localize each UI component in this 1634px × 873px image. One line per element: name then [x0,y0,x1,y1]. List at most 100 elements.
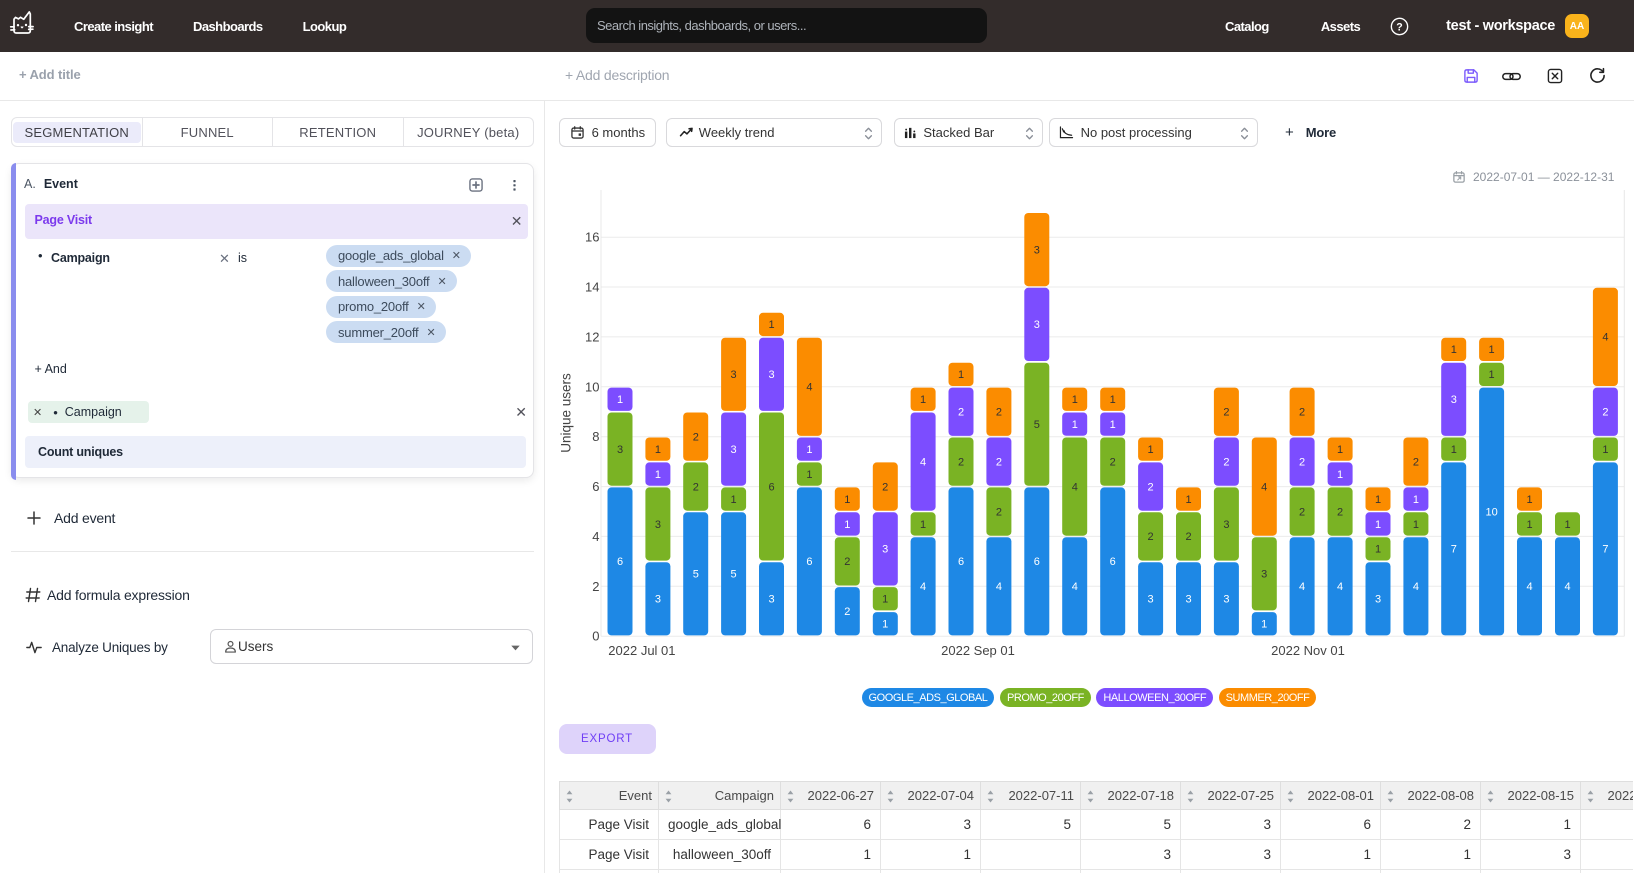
svg-text:3: 3 [768,369,774,381]
svg-text:6: 6 [1110,556,1116,568]
svg-text:1: 1 [1375,494,1381,506]
svg-text:3: 3 [1034,244,1040,256]
svg-text:1: 1 [617,394,623,406]
svg-text:Unique users: Unique users [559,373,574,453]
svg-text:1: 1 [1526,494,1532,506]
svg-text:6: 6 [592,479,599,494]
svg-text:12: 12 [585,329,599,344]
svg-text:6: 6 [806,556,812,568]
svg-text:4: 4 [996,581,1002,593]
svg-text:3: 3 [1185,594,1191,606]
svg-text:1: 1 [1413,519,1419,531]
svg-text:2022 Jul 01: 2022 Jul 01 [608,643,675,658]
svg-text:1: 1 [1375,519,1381,531]
svg-text:4: 4 [806,382,812,394]
svg-text:1: 1 [655,469,661,481]
svg-text:2: 2 [1337,506,1343,518]
svg-text:1: 1 [806,444,812,456]
svg-text:0: 0 [592,629,599,644]
svg-text:1: 1 [1564,519,1570,531]
svg-text:1: 1 [731,494,737,506]
svg-text:2022 Sep 01: 2022 Sep 01 [941,643,1015,658]
svg-text:1: 1 [958,369,964,381]
svg-text:?: ? [1396,21,1403,33]
svg-text:1: 1 [1489,344,1495,356]
svg-text:4: 4 [1299,581,1305,593]
svg-text:2: 2 [1185,531,1191,543]
svg-text:3: 3 [1375,594,1381,606]
svg-text:1: 1 [1602,444,1608,456]
svg-text:1: 1 [1072,419,1078,431]
svg-text:3: 3 [655,519,661,531]
svg-text:2: 2 [958,407,964,419]
svg-text:3: 3 [1223,594,1229,606]
svg-text:4: 4 [1072,581,1078,593]
svg-text:3: 3 [768,594,774,606]
svg-text:1: 1 [1185,494,1191,506]
svg-text:1: 1 [920,394,926,406]
svg-text:1: 1 [1375,544,1381,556]
svg-text:4: 4 [920,456,926,468]
svg-text:2: 2 [958,456,964,468]
svg-text:2: 2 [1148,531,1154,543]
svg-text:2: 2 [844,556,850,568]
svg-text:2: 2 [1223,456,1229,468]
svg-text:1: 1 [1451,444,1457,456]
svg-text:5: 5 [731,569,737,581]
svg-text:4: 4 [592,529,599,544]
svg-text:6: 6 [958,556,964,568]
svg-text:5: 5 [693,569,699,581]
svg-text:3: 3 [1148,594,1154,606]
svg-text:1: 1 [1337,444,1343,456]
svg-text:1: 1 [1451,344,1457,356]
svg-text:2: 2 [882,481,888,493]
svg-text:4: 4 [1526,581,1532,593]
svg-text:2: 2 [1299,506,1305,518]
svg-text:2022 Nov 01: 2022 Nov 01 [1271,643,1345,658]
svg-text:1: 1 [1110,394,1116,406]
svg-text:2: 2 [1602,407,1608,419]
svg-text:2: 2 [1148,481,1154,493]
svg-text:1: 1 [1148,444,1154,456]
svg-text:6: 6 [1034,556,1040,568]
svg-text:2: 2 [693,481,699,493]
svg-text:1: 1 [882,619,888,631]
svg-text:3: 3 [1034,319,1040,331]
svg-text:6: 6 [617,556,623,568]
svg-text:10: 10 [585,379,599,394]
svg-text:5: 5 [1034,419,1040,431]
svg-text:4: 4 [1564,581,1570,593]
svg-text:4: 4 [1602,332,1608,344]
svg-text:3: 3 [731,369,737,381]
svg-text:1: 1 [1072,394,1078,406]
svg-text:2: 2 [1299,456,1305,468]
svg-text:1: 1 [1489,369,1495,381]
svg-text:1: 1 [1526,519,1532,531]
svg-text:4: 4 [1072,481,1078,493]
svg-text:16: 16 [585,230,599,245]
svg-text:1: 1 [1261,619,1267,631]
svg-text:6: 6 [768,481,774,493]
svg-text:3: 3 [882,544,888,556]
svg-text:14: 14 [585,280,599,295]
svg-text:1: 1 [655,444,661,456]
svg-text:10: 10 [1485,506,1497,518]
svg-text:3: 3 [655,594,661,606]
svg-text:1: 1 [844,519,850,531]
svg-text:1: 1 [1337,469,1343,481]
svg-text:4: 4 [1413,581,1419,593]
svg-text:7: 7 [1602,544,1608,556]
svg-text:1: 1 [1413,494,1419,506]
svg-text:2: 2 [1223,407,1229,419]
svg-text:7: 7 [1451,544,1457,556]
svg-text:2: 2 [1299,407,1305,419]
svg-text:3: 3 [1223,519,1229,531]
svg-text:2: 2 [996,407,1002,419]
svg-text:3: 3 [1261,569,1267,581]
svg-text:1: 1 [806,469,812,481]
svg-text:2: 2 [996,456,1002,468]
svg-text:1: 1 [882,594,888,606]
svg-text:2: 2 [592,579,599,594]
svg-text:2: 2 [844,606,850,618]
svg-text:2: 2 [996,506,1002,518]
